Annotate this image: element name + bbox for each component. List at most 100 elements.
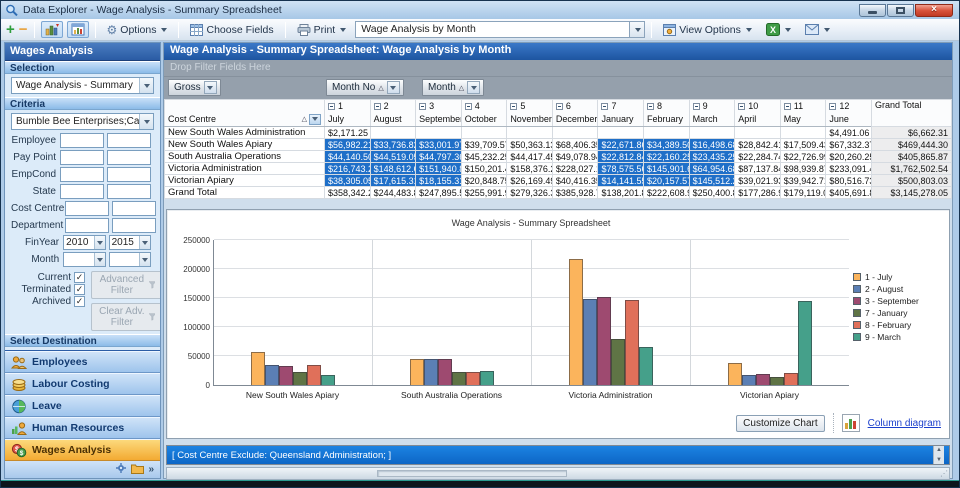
collapse-icon[interactable]: [829, 103, 837, 111]
advanced-filter-button[interactable]: Advanced Filter: [91, 271, 160, 299]
column-header-8[interactable]: 8: [643, 99, 690, 113]
collapse-icon[interactable]: [738, 103, 746, 111]
pivot-cell[interactable]: $158,376.23: [506, 162, 553, 175]
row-label[interactable]: Victoria Administration: [164, 162, 325, 175]
chart-down-icon[interactable]: [40, 21, 63, 38]
pivot-cell[interactable]: $4,491.06: [825, 126, 872, 139]
empcond-to-input[interactable]: [107, 167, 151, 182]
month-header-august[interactable]: August: [369, 112, 417, 127]
month-header-june[interactable]: June: [825, 112, 872, 127]
column-header-6[interactable]: 6: [551, 99, 599, 113]
sidebar-item-leave[interactable]: Leave: [5, 395, 160, 417]
add-icon[interactable]: +: [6, 22, 15, 37]
view-selector-dropdown-button[interactable]: [629, 21, 646, 38]
pivot-cell[interactable]: $39,021.93: [734, 174, 781, 187]
pivot-cell[interactable]: $22,726.99: [779, 150, 827, 163]
pivot-cell[interactable]: $78,575.56: [597, 162, 645, 175]
monthno-field-button[interactable]: Month No △: [326, 79, 404, 96]
row-label[interactable]: Victorian Apiary: [164, 174, 325, 187]
month-header-october[interactable]: October: [460, 112, 508, 127]
pivot-cell[interactable]: $405,691.82: [825, 186, 872, 199]
grand-total-column-header[interactable]: Grand Total: [871, 99, 952, 127]
pivot-cell[interactable]: $2,171.25: [324, 126, 371, 139]
month-header-january[interactable]: January: [597, 112, 645, 127]
pay-point-to-input[interactable]: [107, 150, 151, 165]
row-total-cell[interactable]: $500,803.03: [871, 174, 952, 187]
state-to-input[interactable]: [107, 184, 151, 199]
pivot-cell[interactable]: $14,141.55: [597, 174, 645, 187]
month-header-april[interactable]: April: [734, 112, 781, 127]
pivot-cell[interactable]: $40,416.35: [551, 174, 599, 187]
month-to-combo[interactable]: [108, 252, 152, 267]
month-header-november[interactable]: November: [506, 112, 553, 127]
pivot-cell[interactable]: $39,942.71: [779, 174, 827, 187]
pivot-cell[interactable]: [688, 126, 736, 139]
quick-settings-icon[interactable]: [115, 462, 127, 477]
scroll-up-icon[interactable]: ▲: [934, 446, 944, 454]
cost-centre-from-input[interactable]: [65, 201, 109, 216]
pivot-cell[interactable]: $17,615.31: [369, 174, 417, 187]
department-from-input[interactable]: [65, 218, 109, 233]
month-header-may[interactable]: May: [779, 112, 827, 127]
pivot-cell[interactable]: $17,509.43: [779, 138, 827, 151]
pivot-cell[interactable]: $44,140.50: [324, 150, 371, 163]
pivot-cell[interactable]: [779, 126, 827, 139]
pivot-cell[interactable]: $179,119.00: [779, 186, 827, 199]
row-total-cell[interactable]: $469,444.30: [871, 138, 952, 151]
pivot-cell[interactable]: $16,498.68: [688, 138, 736, 151]
pivot-cell[interactable]: [643, 126, 690, 139]
pivot-cell[interactable]: $177,286.92: [734, 186, 781, 199]
pivot-cell[interactable]: $244,483.87: [369, 186, 417, 199]
pivot-cell[interactable]: $151,940.87: [415, 162, 462, 175]
pivot-cell[interactable]: [734, 126, 781, 139]
pivot-cell[interactable]: $20,260.25: [825, 150, 872, 163]
filter-dropdown-icon[interactable]: [309, 113, 321, 125]
view-selector-combo[interactable]: Wage Analysis by Month: [355, 21, 646, 38]
pivot-cell[interactable]: $34,389.50: [643, 138, 690, 151]
row-label[interactable]: Grand Total: [164, 186, 325, 199]
sidebar-item-employees[interactable]: Employees: [5, 351, 160, 373]
pivot-cell[interactable]: $26,169.49: [506, 174, 553, 187]
pivot-cell[interactable]: $56,982.21: [324, 138, 371, 151]
company-filter-combo[interactable]: Bumble Bee Enterprises;Caterpillars I: [11, 113, 154, 130]
choose-fields-button[interactable]: Choose Fields: [185, 22, 278, 38]
current-checkbox[interactable]: Current ✓: [11, 272, 85, 283]
gross-field-button[interactable]: Gross: [168, 79, 221, 96]
pivot-cell[interactable]: $233,091.41: [825, 162, 872, 175]
finyear-from-combo[interactable]: 2010: [63, 235, 106, 250]
pivot-cell[interactable]: [506, 126, 553, 139]
row-total-cell[interactable]: $1,762,502.54: [871, 162, 952, 175]
month-header-march[interactable]: March: [688, 112, 736, 127]
sidebar-item-human-resources[interactable]: Human Resources: [5, 417, 160, 439]
archived-checkbox[interactable]: Archived ✓: [11, 296, 85, 307]
collapse-icon[interactable]: [647, 103, 655, 111]
pivot-cell[interactable]: $98,939.87: [779, 162, 827, 175]
remove-icon[interactable]: −: [19, 22, 28, 37]
row-label[interactable]: New South Wales Administration: [164, 126, 325, 139]
pivot-cell[interactable]: $44,519.05: [369, 150, 417, 163]
selection-combo[interactable]: Wage Analysis - Summary: [11, 77, 154, 94]
options-button[interactable]: ⚙ Options: [102, 22, 173, 38]
pivot-cell[interactable]: $44,797.36: [415, 150, 462, 163]
minimize-button[interactable]: [859, 3, 886, 17]
customize-chart-button[interactable]: Customize Chart: [736, 414, 825, 432]
row-area-header[interactable]: Cost Centre △: [164, 112, 325, 127]
pivot-cell[interactable]: $148,612.69: [369, 162, 417, 175]
employee-to-input[interactable]: [107, 133, 151, 148]
column-header-2[interactable]: 2: [369, 99, 417, 113]
column-diagram-link[interactable]: Column diagram: [868, 418, 941, 429]
scroll-down-icon[interactable]: ▼: [934, 456, 944, 464]
pivot-cell[interactable]: $45,232.25: [460, 150, 508, 163]
column-header-9[interactable]: 9: [688, 99, 736, 113]
export-excel-button[interactable]: X: [761, 21, 796, 38]
pivot-cell[interactable]: $68,406.35: [551, 138, 599, 151]
pay-point-from-input[interactable]: [60, 150, 104, 165]
email-button[interactable]: [800, 22, 835, 37]
pivot-cell[interactable]: $23,435.25: [688, 150, 736, 163]
pivot-cell[interactable]: $44,417.45: [506, 150, 553, 163]
pivot-cell[interactable]: $145,901.61: [643, 162, 690, 175]
collapse-icon[interactable]: [783, 103, 791, 111]
pivot-cell[interactable]: [551, 126, 599, 139]
column-header-3[interactable]: 3: [415, 99, 462, 113]
pivot-cell[interactable]: $80,516.73: [825, 174, 872, 187]
